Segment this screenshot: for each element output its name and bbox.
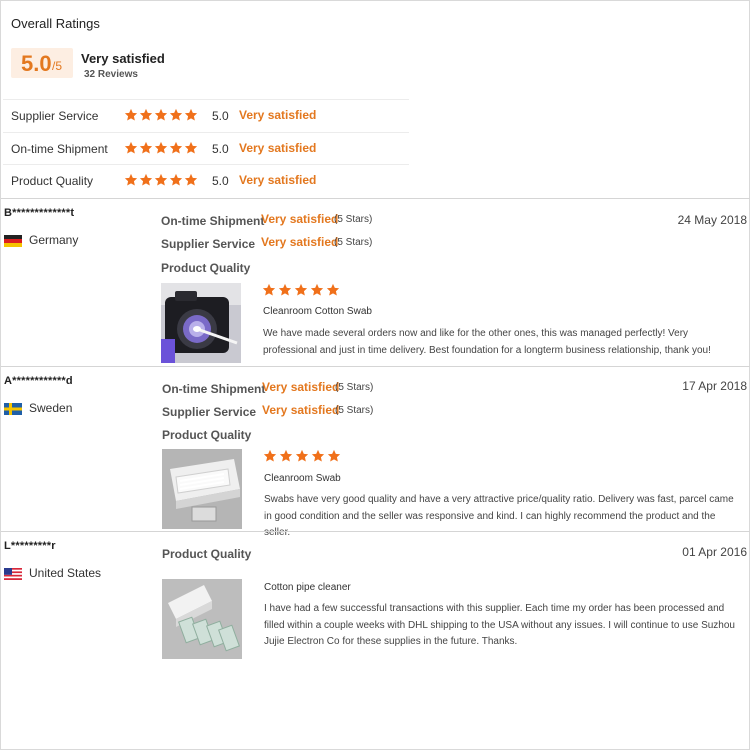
star-icon [311,449,325,463]
review-count: 32 Reviews [84,69,138,80]
rating-satisfaction: Very satisfied [239,108,317,122]
star-icon [278,283,292,297]
star-icon [262,283,276,297]
review-item: A************d Sweden On-time Shipment V… [1,366,750,538]
flag-germany-icon [4,235,22,247]
rating-value: 5.0 [212,109,229,123]
reviewer-name: B*************t [4,207,75,219]
rating-stars-text: (5 Stars) [335,382,374,393]
star-icon [295,449,309,463]
star-icon [154,108,168,122]
overall-score-badge: 5.0 /5 [11,48,73,78]
rating-value: Very satisfied [261,212,339,226]
rating-value: Very satisfied [262,403,340,417]
camera-swab-image [161,283,241,363]
star-icon [139,108,153,122]
rating-stars-text: (5 Stars) [335,405,374,416]
star-icon [184,173,198,187]
review-panel: Overall Ratings 5.0 /5 Very satisfied 32… [0,0,750,750]
star-icon [139,173,153,187]
reviewer-name: A************d [4,375,73,387]
star-icon [279,449,293,463]
on-time-shipment-rating: On-time Shipment Very satisfied (5 Stars… [161,212,372,228]
star-icon [263,449,277,463]
overall-score: 5.0 [21,51,52,76]
product-quality-rating: Product Quality [162,545,251,561]
rating-key: Supplier Service [161,237,256,251]
review-date: 24 May 2018 [677,213,747,227]
rating-row-supplier-service: Supplier Service 5.0 Very satisfied [3,99,409,131]
flag-united-states-icon [4,568,22,580]
product-name[interactable]: Cleanroom Swab [264,473,341,484]
product-quality-rating: Product Quality [161,259,250,275]
rating-value: Very satisfied [262,380,340,394]
star-icon [184,141,198,155]
rating-label: Product Quality [11,174,94,188]
supplier-service-rating: Supplier Service Very satisfied (5 Stars… [162,403,373,419]
rating-key: Product Quality [161,261,251,275]
rating-label: On-time Shipment [11,142,108,156]
pipe-cleaner-image [162,579,242,659]
review-item: L*********r United States Product Qualit… [1,531,750,749]
star-icon [169,173,183,187]
star-icon [124,141,138,155]
product-thumbnail[interactable] [162,579,242,659]
star-icon [294,283,308,297]
overall-satisfaction: Very satisfied [81,51,165,66]
rating-row-on-time-shipment: On-time Shipment 5.0 Very satisfied [3,132,409,164]
star-icon [124,173,138,187]
supplier-service-rating: Supplier Service Very satisfied (5 Stars… [161,235,372,251]
rating-stars [124,173,199,191]
rating-stars [124,141,199,159]
product-name[interactable]: Cleanroom Cotton Swab [263,306,372,317]
country-name: Germany [29,233,79,247]
reviewer-name: L*********r [4,540,56,552]
rating-satisfaction: Very satisfied [239,173,317,187]
flag-sweden-icon [4,403,22,415]
rating-key: Product Quality [162,547,252,561]
rating-row-product-quality: Product Quality 5.0 Very satisfied [3,164,409,196]
star-icon [154,141,168,155]
star-icon [326,283,340,297]
product-rating-stars [263,449,343,467]
swab-box-image [162,449,242,529]
star-icon [327,449,341,463]
review-date: 17 Apr 2018 [682,379,747,393]
rating-satisfaction: Very satisfied [239,141,317,155]
overall-ratings-title: Overall Ratings [11,16,100,31]
rating-key: On-time Shipment [162,382,266,396]
product-thumbnail[interactable] [162,449,242,529]
star-icon [154,173,168,187]
rating-value: 5.0 [212,142,229,156]
product-quality-rating: Product Quality [162,426,251,442]
country-name: United States [29,566,102,580]
review-date: 01 Apr 2016 [682,545,747,559]
star-icon [184,108,198,122]
rating-stars [124,108,199,126]
review-comment: I have had a few successful transactions… [264,603,735,647]
product-thumbnail[interactable] [161,283,241,363]
rating-key: Supplier Service [162,405,257,419]
star-icon [310,283,324,297]
rating-value: 5.0 [212,174,229,188]
rating-key: On-time Shipment [161,214,265,228]
star-icon [124,108,138,122]
review-comment: We have made several orders now and like… [263,328,711,356]
star-icon [169,108,183,122]
rating-stars-text: (5 Stars) [334,237,373,248]
product-rating-stars [262,283,342,301]
overall-score-max: /5 [52,59,63,73]
star-icon [139,141,153,155]
review-item: B*************t Germany On-time Shipment… [1,198,750,366]
rating-value: Very satisfied [261,235,339,249]
on-time-shipment-rating: On-time Shipment Very satisfied (5 Stars… [162,380,373,396]
country-name: Sweden [29,401,73,415]
rating-label: Supplier Service [11,109,99,123]
product-name[interactable]: Cotton pipe cleaner [264,582,351,593]
rating-key: Product Quality [162,428,252,442]
star-icon [169,141,183,155]
rating-stars-text: (5 Stars) [334,214,373,225]
